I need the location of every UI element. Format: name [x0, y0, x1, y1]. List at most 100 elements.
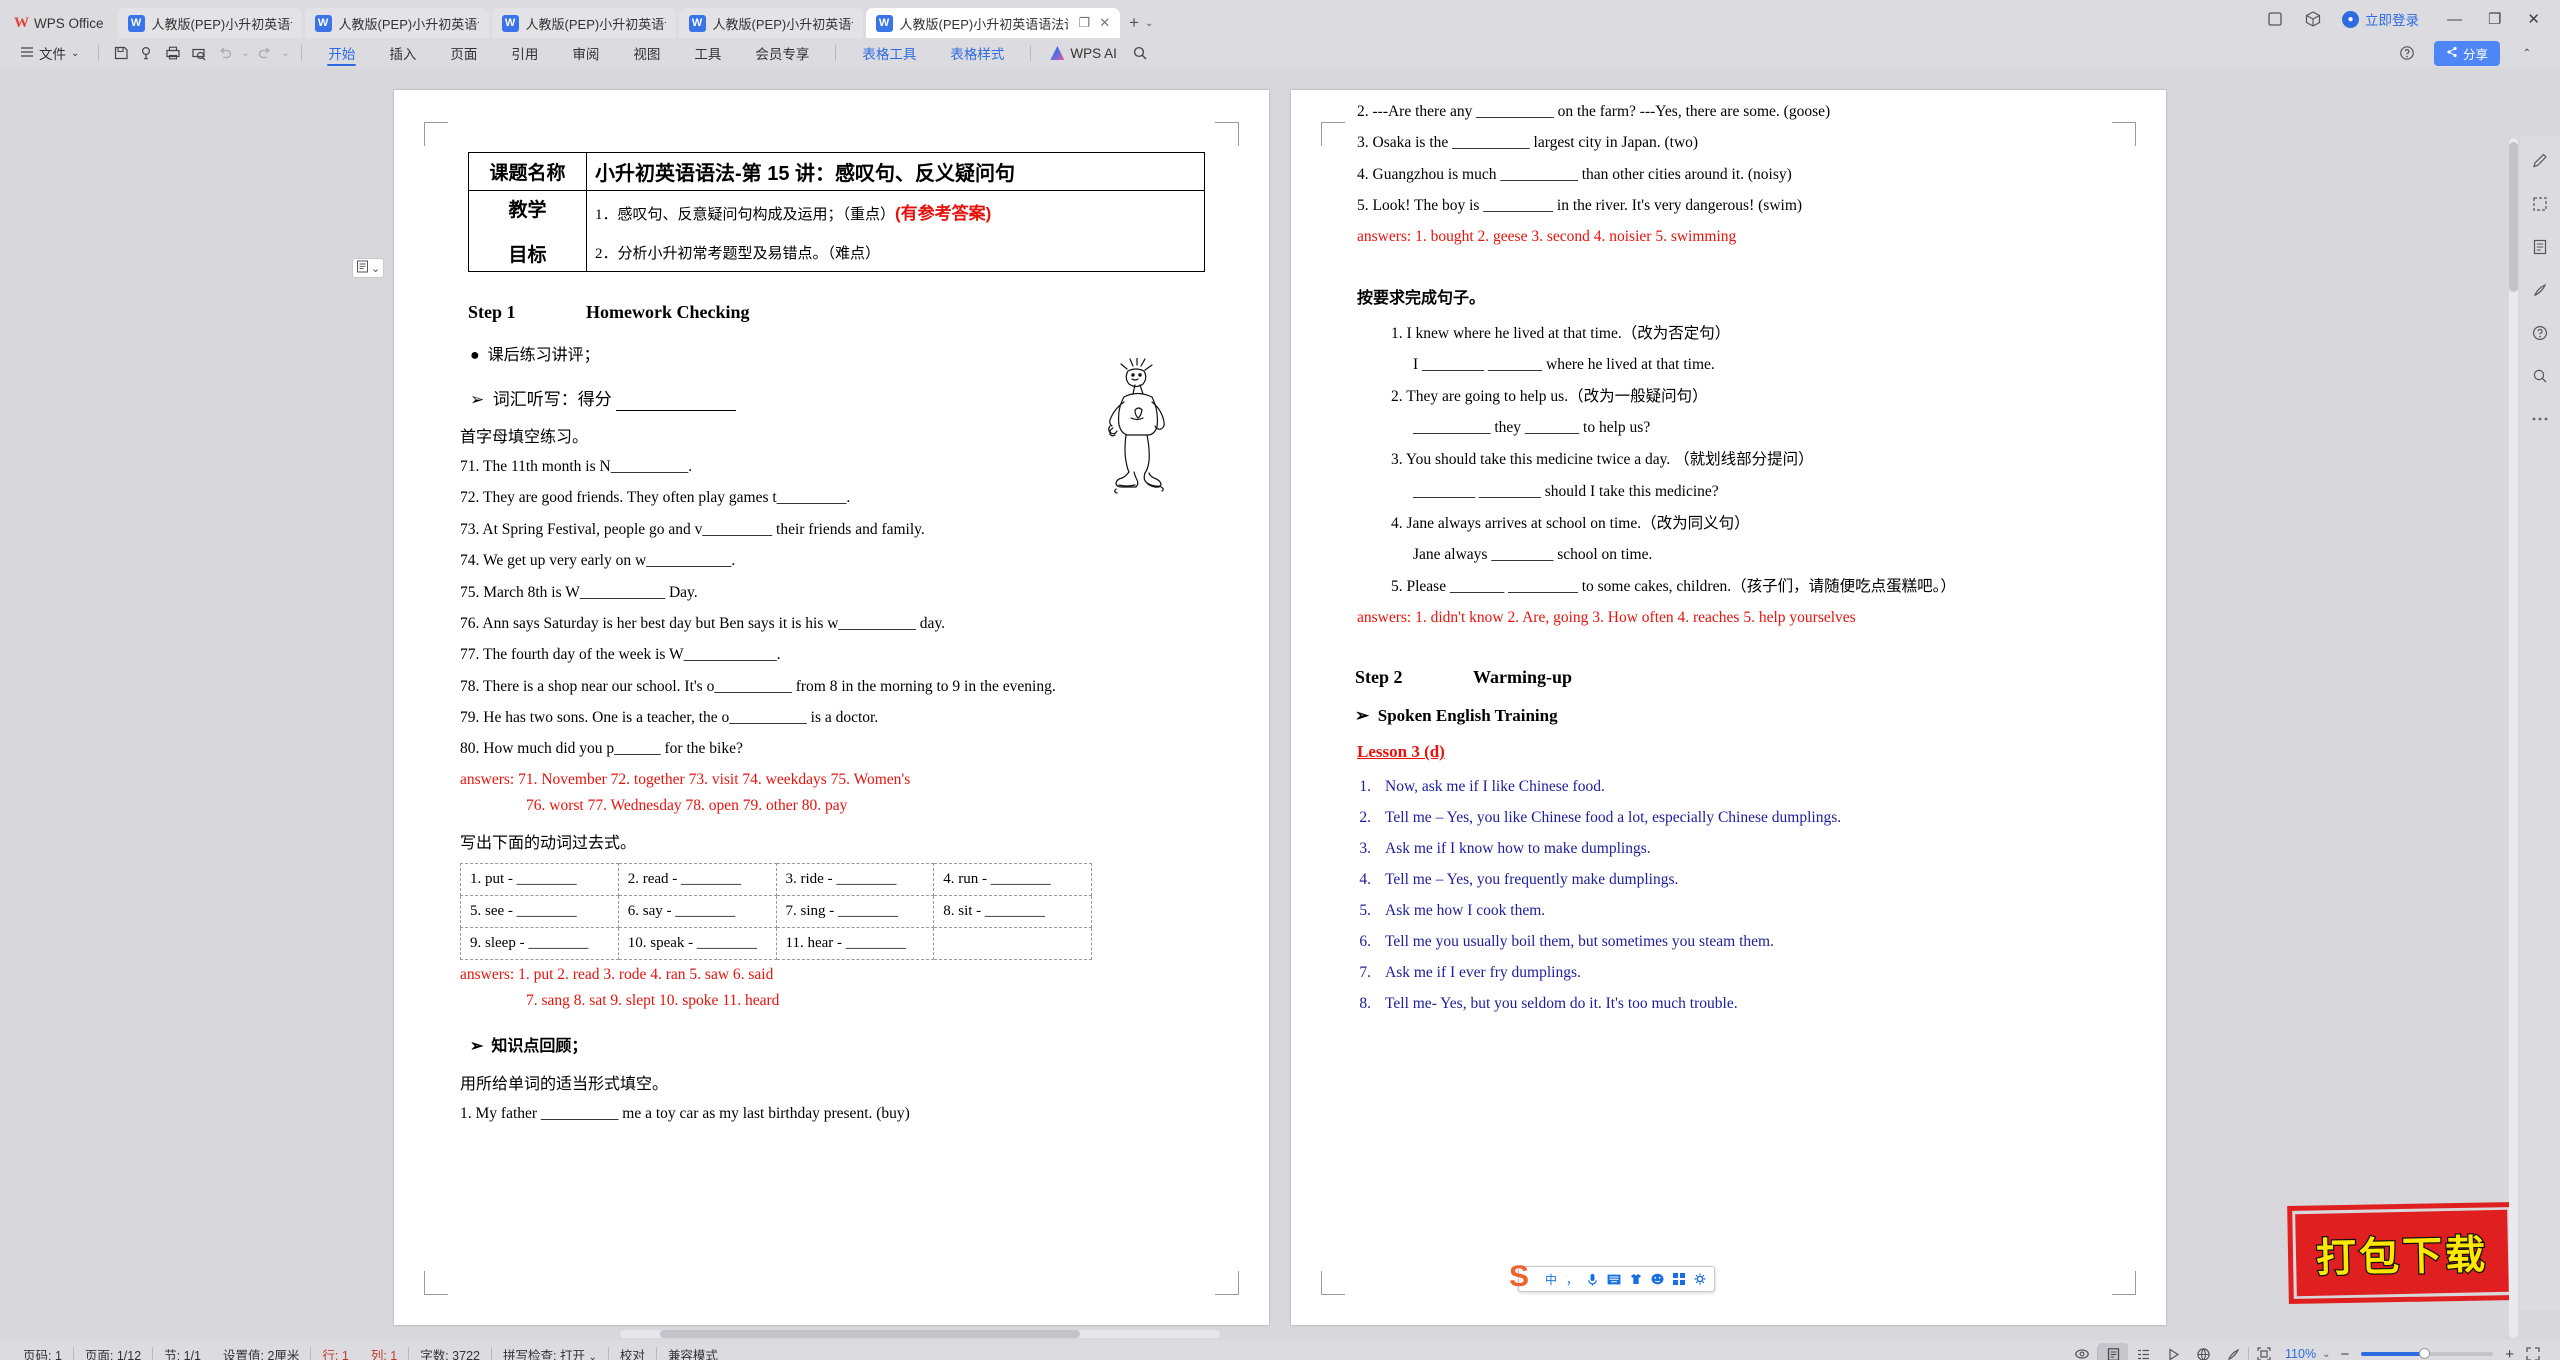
web-view-icon[interactable]	[2188, 1343, 2218, 1360]
magnify-icon[interactable]	[2529, 365, 2551, 387]
status-column[interactable]: 列: 1	[360, 1345, 408, 1360]
zoom-slider[interactable]	[2361, 1348, 2494, 1359]
emoji-icon[interactable]	[1651, 1273, 1664, 1285]
page-layout-widget[interactable]: ⌄	[352, 258, 385, 278]
ribbon-tab-table-tools[interactable]: 表格工具	[845, 38, 933, 68]
sogou-ime-icon[interactable]: S	[1509, 1262, 1539, 1296]
verb-past-tense-table[interactable]: 1. put - ________ 2. read - ________ 3. …	[460, 862, 1092, 960]
vertical-scrollbar[interactable]	[2509, 138, 2518, 1338]
ribbon-tab-page[interactable]: 页面	[433, 38, 494, 68]
help-circle-icon[interactable]	[2529, 322, 2551, 344]
keyboard-icon[interactable]	[1607, 1274, 1621, 1285]
status-setting-value[interactable]: 设置值: 2厘米	[212, 1345, 310, 1360]
status-row[interactable]: 行: 1	[311, 1345, 359, 1360]
status-section[interactable]: 节: 1/1	[153, 1345, 212, 1360]
file-menu-button[interactable]: 文件 ⌄	[10, 43, 89, 63]
new-tab-button[interactable]: + ⌄	[1123, 8, 1159, 38]
table-cell[interactable]: 8. sit - ________	[933, 894, 1092, 928]
outline-view-icon[interactable]	[2128, 1343, 2158, 1360]
ribbon-tab-review[interactable]: 审阅	[555, 38, 616, 68]
status-word-count[interactable]: 字数: 3722	[409, 1345, 491, 1360]
undo-dropdown-icon[interactable]: ⌄	[238, 41, 252, 65]
chevron-down-icon[interactable]: ⌄	[588, 1352, 596, 1360]
status-page-count[interactable]: 页面: 1/12	[74, 1345, 152, 1360]
pencil-edit-icon[interactable]	[2529, 150, 2551, 172]
table-cell[interactable]: 11. hear - ________	[775, 926, 935, 960]
zoom-in-button[interactable]: +	[2501, 1346, 2518, 1360]
undo-icon[interactable]	[212, 41, 238, 65]
ribbon-tab-view[interactable]: 视图	[616, 38, 677, 68]
table-cell[interactable]: 6. say - ________	[617, 894, 777, 928]
table-cell[interactable]: 7. sing - ________	[775, 894, 935, 928]
table-cell[interactable]: 10. speak - ________	[617, 926, 777, 960]
read-view-icon[interactable]	[2158, 1343, 2188, 1360]
apps-icon[interactable]	[1673, 1273, 1686, 1285]
ribbon-tab-tools[interactable]: 工具	[677, 38, 738, 68]
redo-dropdown-icon[interactable]: ⌄	[278, 41, 292, 65]
vertical-scrollbar-thumb[interactable]	[2509, 142, 2518, 292]
document-page-right[interactable]: 2. ---Are there any __________ on the fa…	[1291, 90, 2166, 1325]
eye-icon[interactable]	[2067, 1343, 2097, 1360]
table-cell[interactable]	[933, 926, 1092, 960]
more-dots-icon[interactable]	[2529, 408, 2551, 430]
fit-screen-icon[interactable]	[2249, 1343, 2279, 1360]
zoom-out-button[interactable]: −	[2336, 1346, 2353, 1360]
document-tab-3[interactable]: W 人教版(PEP)小升初英语语法讲义-第1	[491, 8, 676, 38]
table-cell[interactable]: 1. put - ________	[460, 862, 619, 896]
pen-tool-icon[interactable]	[2529, 279, 2551, 301]
redo-icon[interactable]	[252, 41, 278, 65]
table-cell[interactable]: 2. read - ________	[617, 862, 777, 896]
horizontal-scrollbar-thumb[interactable]	[660, 1330, 1080, 1338]
zoom-level-value[interactable]: 110%	[2279, 1347, 2322, 1360]
print-preview-icon[interactable]	[186, 41, 212, 65]
cube-icon[interactable]	[2304, 10, 2322, 28]
search-file-icon[interactable]	[134, 41, 160, 65]
status-compat-mode[interactable]: 兼容模式	[657, 1345, 729, 1360]
search-icon[interactable]	[1127, 41, 1153, 65]
ribbon-tab-home[interactable]: 开始	[311, 38, 372, 68]
ime-language-toggle[interactable]: 中	[1545, 1271, 1557, 1288]
ai-doc-icon[interactable]	[2529, 236, 2551, 258]
share-button[interactable]: 分享	[2433, 40, 2500, 66]
document-page-left[interactable]: 课题名称 小升初英语语法-第 15 讲：感叹句、反义疑问句 教学 目标 1．感叹…	[394, 90, 1269, 1325]
ime-toolbar[interactable]: S 中 ，	[1509, 1262, 1716, 1292]
table-cell[interactable]: 4. run - ________	[933, 862, 1092, 896]
collapse-ribbon-icon[interactable]: ⌃	[2514, 41, 2540, 65]
chevron-down-icon[interactable]: ⌄	[2322, 1349, 2336, 1360]
skin-icon[interactable]	[1630, 1273, 1642, 1285]
ribbon-tab-reference[interactable]: 引用	[494, 38, 555, 68]
window-restore-button[interactable]: ❐	[2488, 10, 2501, 28]
fullscreen-icon[interactable]	[2518, 1343, 2548, 1360]
wps-ai-button[interactable]: WPS AI	[1040, 46, 1127, 61]
close-icon[interactable]: ✕	[1099, 15, 1110, 31]
window-minimize-button[interactable]: —	[2447, 11, 2462, 28]
status-spellcheck[interactable]: 拼写检查: 打开 ⌄	[492, 1345, 608, 1360]
document-tab-1[interactable]: W 人教版(PEP)小升初英语语法讲义-第1	[117, 8, 302, 38]
horizontal-scrollbar[interactable]	[620, 1330, 1220, 1338]
selection-icon[interactable]	[2529, 193, 2551, 215]
document-tab-4[interactable]: W 人教版(PEP)小升初英语语法讲义-第1	[678, 8, 863, 38]
help-icon[interactable]	[2394, 41, 2420, 65]
settings-icon[interactable]	[1694, 1273, 1706, 1285]
copy-window-icon[interactable]	[2266, 10, 2284, 28]
print-icon[interactable]	[160, 41, 186, 65]
login-button[interactable]: ● 立即登录	[2341, 9, 2419, 29]
window-close-button[interactable]: ✕	[2527, 10, 2540, 28]
mic-icon[interactable]	[1587, 1273, 1598, 1286]
ribbon-tab-member[interactable]: 会员专享	[738, 38, 826, 68]
zoom-slider-handle[interactable]	[2419, 1348, 2431, 1359]
status-page-number[interactable]: 页码: 1	[12, 1345, 73, 1360]
ribbon-tab-table-styles[interactable]: 表格样式	[933, 38, 1021, 68]
table-cell[interactable]: 3. ride - ________	[775, 862, 935, 896]
save-icon[interactable]	[108, 41, 134, 65]
ribbon-tab-insert[interactable]: 插入	[372, 38, 433, 68]
ime-punctuation-toggle[interactable]: ，	[1566, 1271, 1578, 1288]
document-tab-5-active[interactable]: W 人教版(PEP)小升初英语语法讲 ❐ ✕	[865, 8, 1121, 38]
table-cell[interactable]: 9. sleep - ________	[460, 926, 619, 960]
document-tab-2[interactable]: W 人教版(PEP)小升初英语语法讲义-第1	[304, 8, 489, 38]
table-cell[interactable]: 5. see - ________	[460, 894, 619, 928]
status-proofread[interactable]: 校对	[609, 1345, 656, 1360]
chevron-down-icon[interactable]: ⌄	[371, 262, 380, 275]
tab-restore-icon[interactable]: ❐	[1079, 15, 1091, 31]
ink-view-icon[interactable]	[2218, 1343, 2248, 1360]
